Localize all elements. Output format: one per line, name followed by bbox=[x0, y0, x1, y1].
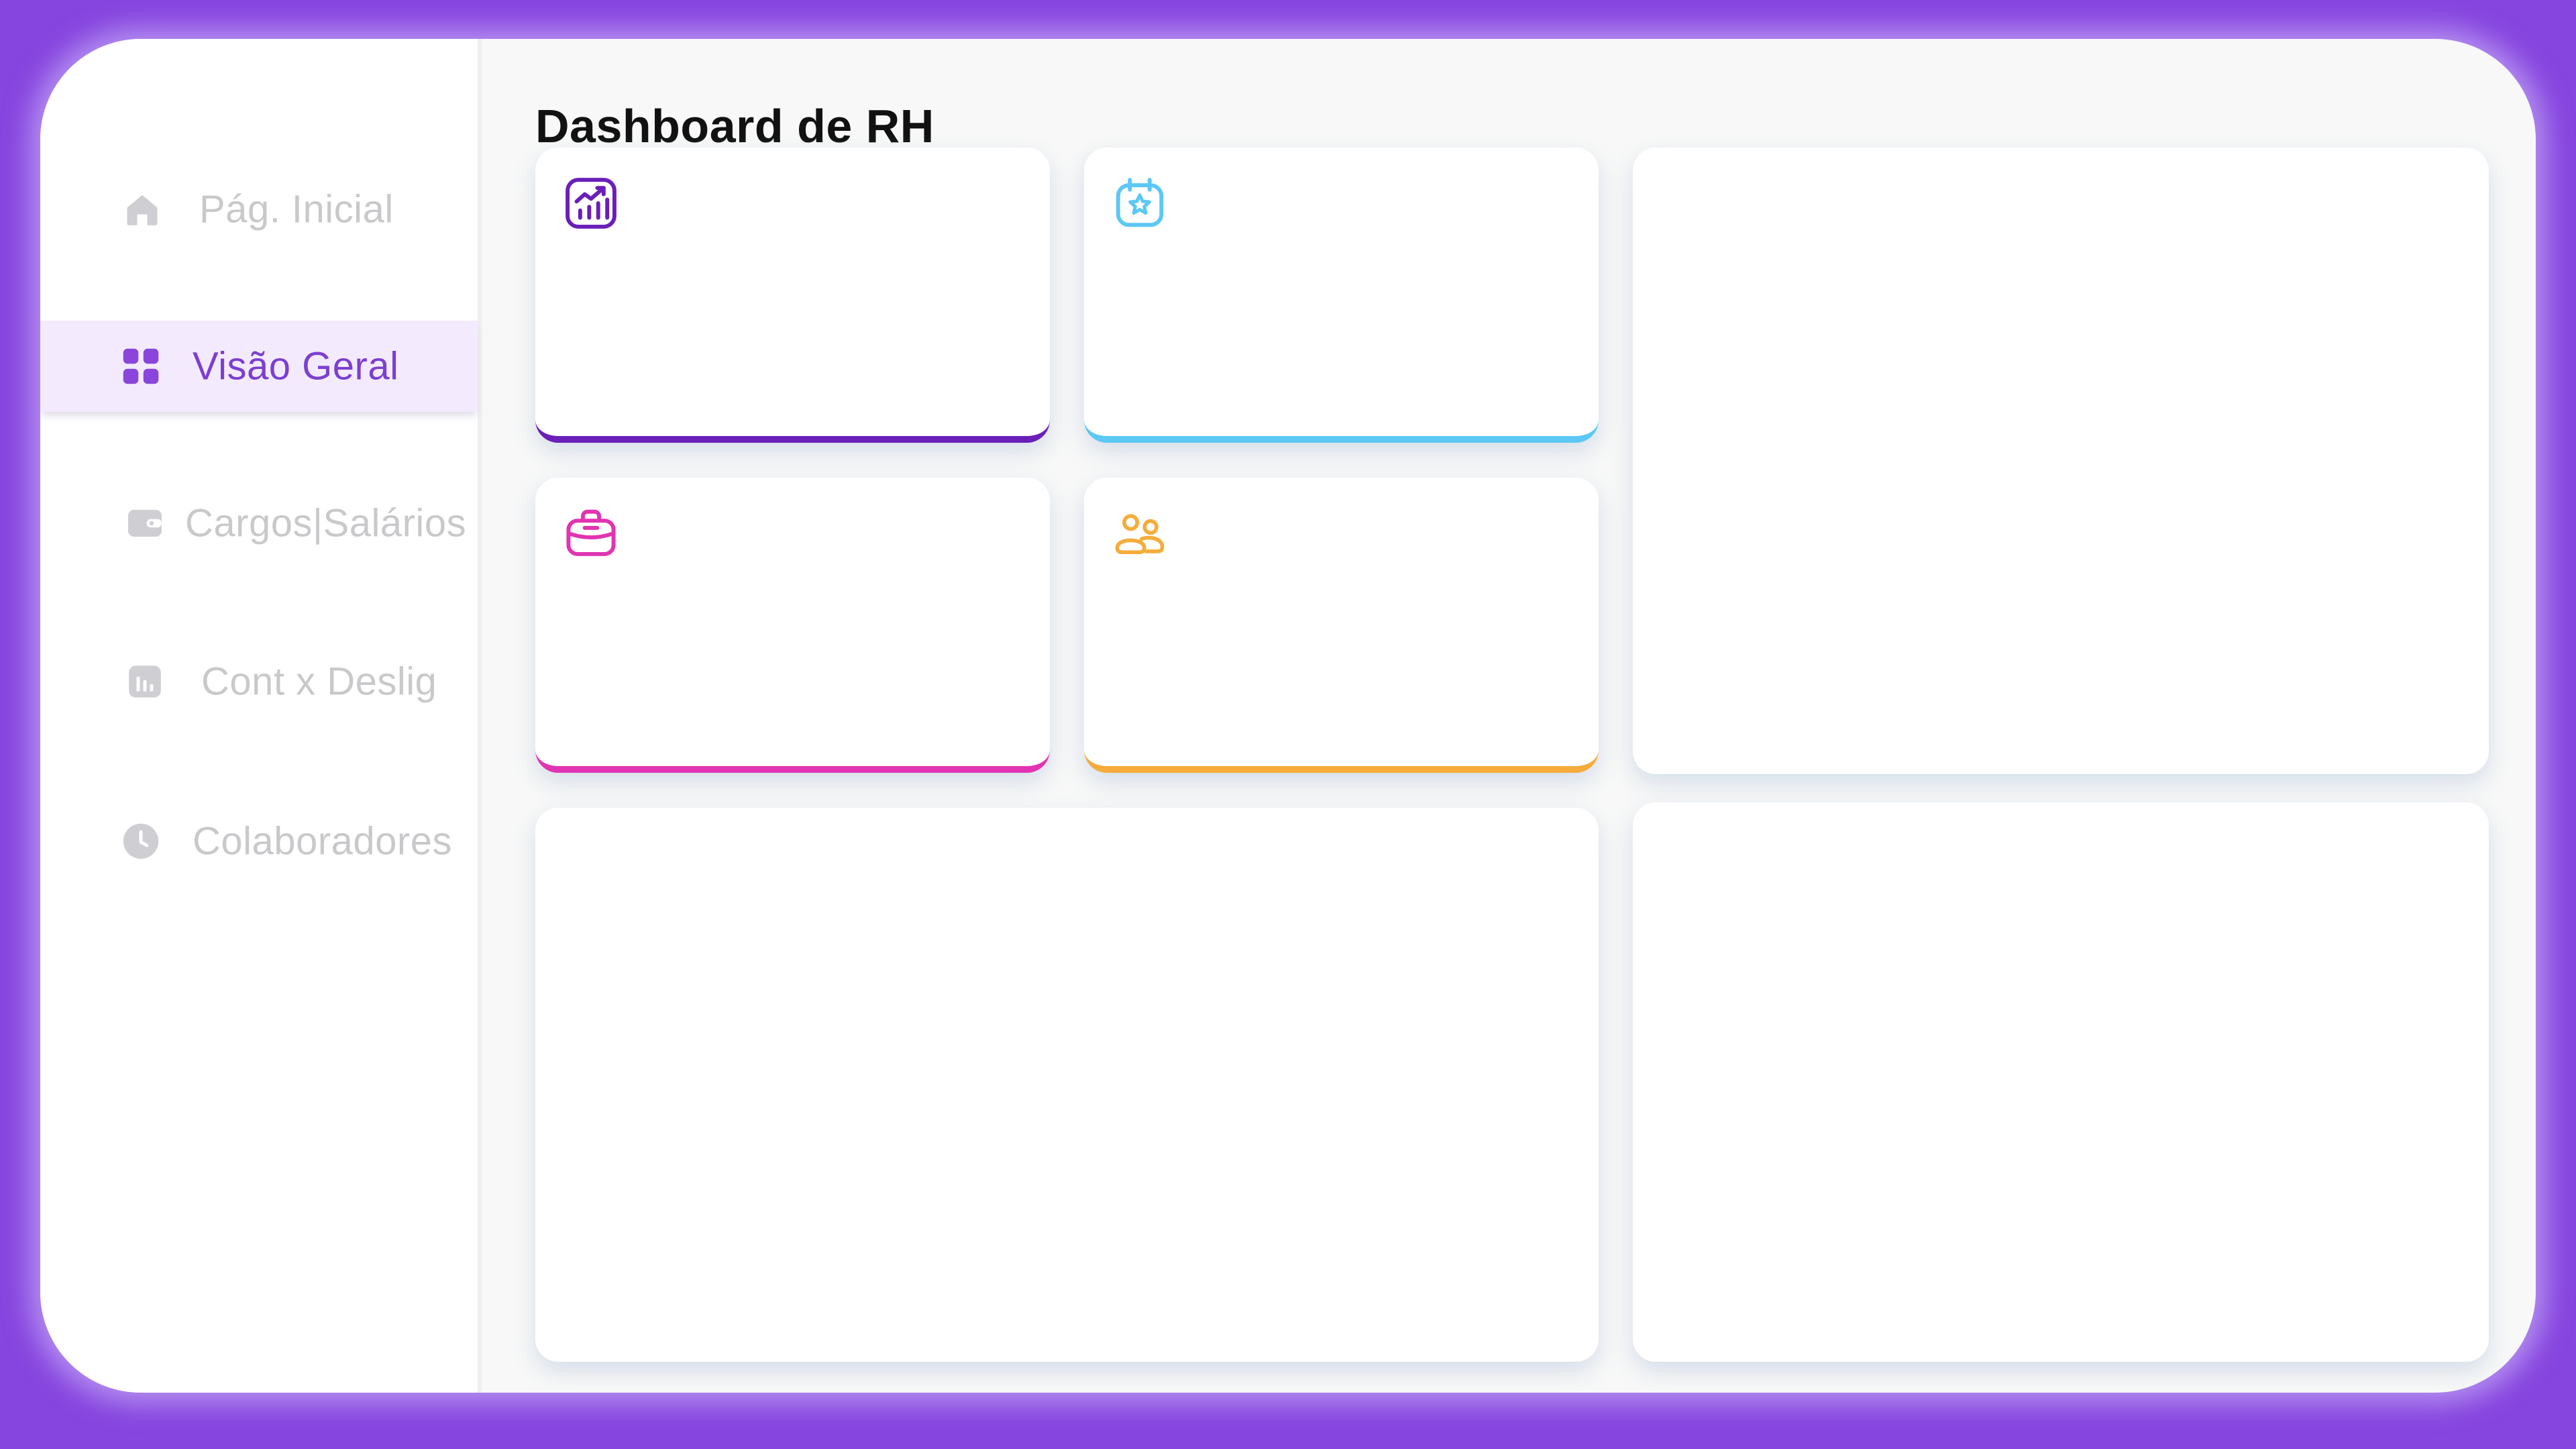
grid-icon bbox=[121, 346, 161, 386]
chart-panel-top-right bbox=[1633, 148, 2489, 774]
analytics-chart-icon bbox=[562, 174, 620, 232]
page-title: Dashboard de RH bbox=[535, 100, 934, 152]
sidebar-item-colaboradores[interactable]: Colaboradores bbox=[40, 796, 478, 887]
chart-panel-bottom-left bbox=[535, 808, 1599, 1362]
users-icon bbox=[1111, 504, 1169, 562]
kpi-card bbox=[535, 148, 1050, 443]
sidebar-item-label: Visão Geral bbox=[193, 344, 399, 388]
briefcase-icon bbox=[562, 504, 620, 562]
sidebar-item-visao-geral[interactable]: Visão Geral bbox=[40, 321, 478, 412]
sidebar-item-cont-x-deslig[interactable]: Cont x Deslig bbox=[40, 636, 478, 727]
home-icon bbox=[122, 189, 162, 229]
kpi-card bbox=[1084, 148, 1599, 443]
chart-panel-bottom-right bbox=[1633, 802, 2489, 1362]
app-window: Pág. Inicial Visão Geral Cargos|Salários… bbox=[40, 39, 2536, 1393]
clock-icon bbox=[121, 821, 161, 861]
bar-chart-icon bbox=[125, 661, 165, 702]
sidebar-item-pagina-inicial[interactable]: Pág. Inicial bbox=[40, 164, 478, 255]
sidebar-item-label: Cargos|Salários bbox=[185, 501, 467, 545]
sidebar: Pág. Inicial Visão Geral Cargos|Salários… bbox=[40, 39, 482, 1393]
sidebar-item-cargos-salarios[interactable]: Cargos|Salários bbox=[40, 478, 478, 569]
wallet-icon bbox=[125, 503, 165, 543]
sidebar-item-label: Cont x Deslig bbox=[201, 659, 437, 704]
calendar-star-icon bbox=[1111, 174, 1169, 232]
kpi-card bbox=[535, 478, 1050, 773]
sidebar-item-label: Colaboradores bbox=[193, 819, 452, 863]
sidebar-item-label: Pág. Inicial bbox=[199, 187, 394, 231]
kpi-card bbox=[1084, 478, 1599, 773]
